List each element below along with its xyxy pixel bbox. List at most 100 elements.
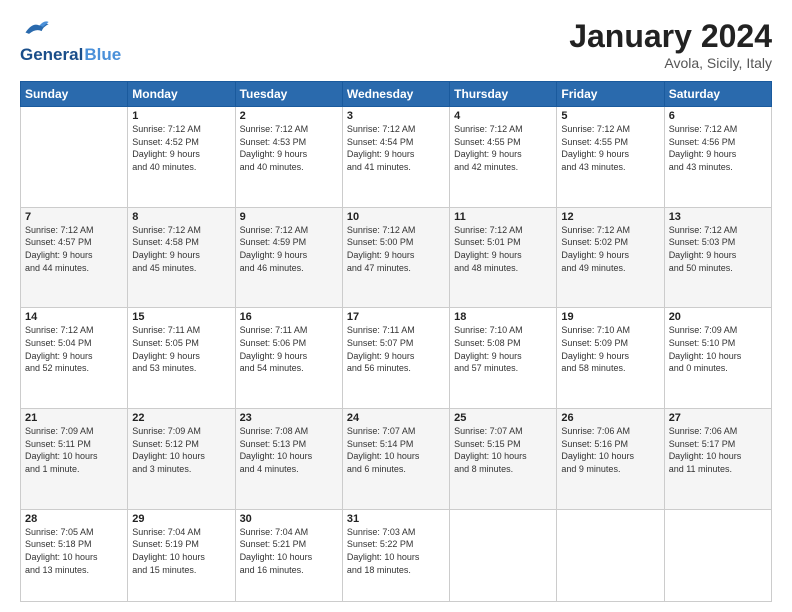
- logo: General Blue: [20, 18, 121, 65]
- calendar-header-row: SundayMondayTuesdayWednesdayThursdayFrid…: [21, 82, 772, 107]
- location: Avola, Sicily, Italy: [569, 55, 772, 71]
- day-info: Sunrise: 7:08 AM Sunset: 5:13 PM Dayligh…: [240, 425, 338, 475]
- calendar-cell: [21, 107, 128, 208]
- calendar-cell: 15Sunrise: 7:11 AM Sunset: 5:05 PM Dayli…: [128, 308, 235, 409]
- day-number: 16: [240, 311, 338, 323]
- day-info: Sunrise: 7:05 AM Sunset: 5:18 PM Dayligh…: [25, 526, 123, 576]
- calendar-cell: 27Sunrise: 7:06 AM Sunset: 5:17 PM Dayli…: [664, 409, 771, 510]
- calendar-week-row: 14Sunrise: 7:12 AM Sunset: 5:04 PM Dayli…: [21, 308, 772, 409]
- day-number: 25: [454, 412, 552, 424]
- day-info: Sunrise: 7:12 AM Sunset: 4:57 PM Dayligh…: [25, 224, 123, 274]
- logo-text-blue: Blue: [84, 45, 121, 65]
- day-info: Sunrise: 7:09 AM Sunset: 5:12 PM Dayligh…: [132, 425, 230, 475]
- calendar-cell: 3Sunrise: 7:12 AM Sunset: 4:54 PM Daylig…: [342, 107, 449, 208]
- day-number: 10: [347, 211, 445, 223]
- day-info: Sunrise: 7:11 AM Sunset: 5:05 PM Dayligh…: [132, 324, 230, 374]
- calendar-cell: 5Sunrise: 7:12 AM Sunset: 4:55 PM Daylig…: [557, 107, 664, 208]
- calendar-cell: 25Sunrise: 7:07 AM Sunset: 5:15 PM Dayli…: [450, 409, 557, 510]
- day-info: Sunrise: 7:03 AM Sunset: 5:22 PM Dayligh…: [347, 526, 445, 576]
- month-title: January 2024: [569, 18, 772, 55]
- day-number: 24: [347, 412, 445, 424]
- calendar-cell: [664, 509, 771, 601]
- page: General Blue January 2024 Avola, Sicily,…: [0, 0, 792, 612]
- day-info: Sunrise: 7:12 AM Sunset: 5:03 PM Dayligh…: [669, 224, 767, 274]
- day-info: Sunrise: 7:12 AM Sunset: 5:01 PM Dayligh…: [454, 224, 552, 274]
- calendar-cell: 16Sunrise: 7:11 AM Sunset: 5:06 PM Dayli…: [235, 308, 342, 409]
- day-header-sunday: Sunday: [21, 82, 128, 107]
- day-number: 14: [25, 311, 123, 323]
- calendar-cell: 20Sunrise: 7:09 AM Sunset: 5:10 PM Dayli…: [664, 308, 771, 409]
- day-header-monday: Monday: [128, 82, 235, 107]
- day-number: 31: [347, 513, 445, 525]
- calendar-cell: 4Sunrise: 7:12 AM Sunset: 4:55 PM Daylig…: [450, 107, 557, 208]
- header: General Blue January 2024 Avola, Sicily,…: [20, 18, 772, 71]
- day-info: Sunrise: 7:12 AM Sunset: 4:52 PM Dayligh…: [132, 123, 230, 173]
- day-number: 4: [454, 110, 552, 122]
- day-number: 19: [561, 311, 659, 323]
- calendar-cell: 7Sunrise: 7:12 AM Sunset: 4:57 PM Daylig…: [21, 207, 128, 308]
- day-number: 23: [240, 412, 338, 424]
- day-info: Sunrise: 7:12 AM Sunset: 5:02 PM Dayligh…: [561, 224, 659, 274]
- day-info: Sunrise: 7:11 AM Sunset: 5:07 PM Dayligh…: [347, 324, 445, 374]
- calendar-cell: 14Sunrise: 7:12 AM Sunset: 5:04 PM Dayli…: [21, 308, 128, 409]
- day-info: Sunrise: 7:12 AM Sunset: 5:00 PM Dayligh…: [347, 224, 445, 274]
- day-number: 27: [669, 412, 767, 424]
- day-info: Sunrise: 7:07 AM Sunset: 5:14 PM Dayligh…: [347, 425, 445, 475]
- day-info: Sunrise: 7:10 AM Sunset: 5:09 PM Dayligh…: [561, 324, 659, 374]
- day-info: Sunrise: 7:12 AM Sunset: 4:53 PM Dayligh…: [240, 123, 338, 173]
- day-number: 9: [240, 211, 338, 223]
- day-info: Sunrise: 7:06 AM Sunset: 5:17 PM Dayligh…: [669, 425, 767, 475]
- calendar-week-row: 1Sunrise: 7:12 AM Sunset: 4:52 PM Daylig…: [21, 107, 772, 208]
- day-number: 22: [132, 412, 230, 424]
- day-header-saturday: Saturday: [664, 82, 771, 107]
- day-info: Sunrise: 7:04 AM Sunset: 5:21 PM Dayligh…: [240, 526, 338, 576]
- day-info: Sunrise: 7:11 AM Sunset: 5:06 PM Dayligh…: [240, 324, 338, 374]
- calendar-cell: 18Sunrise: 7:10 AM Sunset: 5:08 PM Dayli…: [450, 308, 557, 409]
- calendar-cell: 22Sunrise: 7:09 AM Sunset: 5:12 PM Dayli…: [128, 409, 235, 510]
- calendar-cell: 28Sunrise: 7:05 AM Sunset: 5:18 PM Dayli…: [21, 509, 128, 601]
- calendar-cell: 12Sunrise: 7:12 AM Sunset: 5:02 PM Dayli…: [557, 207, 664, 308]
- calendar-cell: 1Sunrise: 7:12 AM Sunset: 4:52 PM Daylig…: [128, 107, 235, 208]
- day-number: 11: [454, 211, 552, 223]
- day-number: 18: [454, 311, 552, 323]
- calendar-cell: 30Sunrise: 7:04 AM Sunset: 5:21 PM Dayli…: [235, 509, 342, 601]
- day-info: Sunrise: 7:09 AM Sunset: 5:10 PM Dayligh…: [669, 324, 767, 374]
- calendar-cell: 9Sunrise: 7:12 AM Sunset: 4:59 PM Daylig…: [235, 207, 342, 308]
- calendar-cell: 6Sunrise: 7:12 AM Sunset: 4:56 PM Daylig…: [664, 107, 771, 208]
- day-info: Sunrise: 7:12 AM Sunset: 4:55 PM Dayligh…: [454, 123, 552, 173]
- day-number: 1: [132, 110, 230, 122]
- day-header-friday: Friday: [557, 82, 664, 107]
- day-header-wednesday: Wednesday: [342, 82, 449, 107]
- day-number: 30: [240, 513, 338, 525]
- day-number: 2: [240, 110, 338, 122]
- day-number: 28: [25, 513, 123, 525]
- day-number: 3: [347, 110, 445, 122]
- day-number: 12: [561, 211, 659, 223]
- day-number: 26: [561, 412, 659, 424]
- calendar-cell: 26Sunrise: 7:06 AM Sunset: 5:16 PM Dayli…: [557, 409, 664, 510]
- day-info: Sunrise: 7:12 AM Sunset: 4:58 PM Dayligh…: [132, 224, 230, 274]
- day-number: 8: [132, 211, 230, 223]
- day-info: Sunrise: 7:12 AM Sunset: 5:04 PM Dayligh…: [25, 324, 123, 374]
- title-block: January 2024 Avola, Sicily, Italy: [569, 18, 772, 71]
- day-info: Sunrise: 7:12 AM Sunset: 4:59 PM Dayligh…: [240, 224, 338, 274]
- calendar-cell: 21Sunrise: 7:09 AM Sunset: 5:11 PM Dayli…: [21, 409, 128, 510]
- day-number: 21: [25, 412, 123, 424]
- calendar-cell: 11Sunrise: 7:12 AM Sunset: 5:01 PM Dayli…: [450, 207, 557, 308]
- calendar-cell: 24Sunrise: 7:07 AM Sunset: 5:14 PM Dayli…: [342, 409, 449, 510]
- calendar-cell: 8Sunrise: 7:12 AM Sunset: 4:58 PM Daylig…: [128, 207, 235, 308]
- day-number: 20: [669, 311, 767, 323]
- day-number: 5: [561, 110, 659, 122]
- logo-text-general: General: [20, 45, 83, 65]
- calendar-week-row: 28Sunrise: 7:05 AM Sunset: 5:18 PM Dayli…: [21, 509, 772, 601]
- day-header-tuesday: Tuesday: [235, 82, 342, 107]
- day-info: Sunrise: 7:09 AM Sunset: 5:11 PM Dayligh…: [25, 425, 123, 475]
- day-info: Sunrise: 7:07 AM Sunset: 5:15 PM Dayligh…: [454, 425, 552, 475]
- day-number: 7: [25, 211, 123, 223]
- calendar-cell: [557, 509, 664, 601]
- day-info: Sunrise: 7:06 AM Sunset: 5:16 PM Dayligh…: [561, 425, 659, 475]
- day-number: 13: [669, 211, 767, 223]
- day-number: 17: [347, 311, 445, 323]
- calendar-cell: 23Sunrise: 7:08 AM Sunset: 5:13 PM Dayli…: [235, 409, 342, 510]
- day-number: 6: [669, 110, 767, 122]
